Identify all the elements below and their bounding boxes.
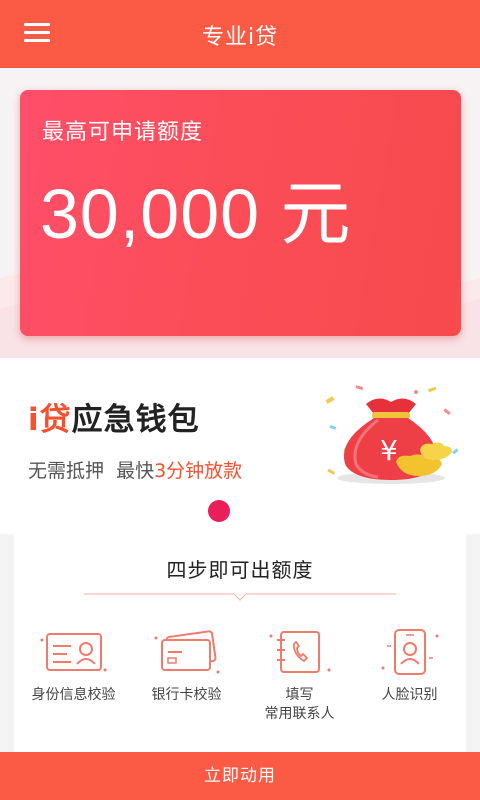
id-card-icon: [40, 633, 106, 672]
step-id-verification[interactable]: 身份信息校验: [17, 628, 130, 705]
page-title: 专业i贷: [201, 25, 279, 50]
money-bag-icon: ¥: [325, 385, 459, 484]
step-label: 填写 常用联系人: [264, 687, 335, 722]
credit-limit-card[interactable]: 最高可申请额度 30,000 元: [20, 90, 461, 336]
promo-subtitle: 无需抵押 最快3分钟放款: [28, 456, 242, 483]
step-face-recognition[interactable]: 人脸识别: [353, 628, 466, 705]
step-label: 银行卡校验: [151, 687, 222, 703]
step-contacts[interactable]: 填写 常用联系人: [243, 628, 356, 724]
steps-title: 四步即可出额度: [166, 558, 314, 582]
steps-section: 四步即可出额度 身份信息校验 银行卡校验 填写 常用联系人 人脸识别: [14, 532, 466, 752]
carousel-indicator[interactable]: [208, 500, 230, 522]
face-recognition-icon: [381, 629, 438, 675]
promo-sub-accent: 3分钟放款: [154, 460, 243, 482]
step-bank-card[interactable]: 银行卡校验: [130, 628, 243, 705]
app-header: 专业i贷: [0, 0, 480, 68]
steps-divider: [84, 593, 396, 601]
promo-title: i贷应急钱包: [28, 394, 200, 439]
promo-title-accent: i贷: [28, 402, 72, 438]
limit-amount: 30,000 元: [40, 175, 352, 253]
contacts-book-icon: [269, 631, 330, 673]
svg-text:¥: ¥: [380, 434, 398, 467]
promo-sub-prefix: 无需抵押 最快: [28, 460, 155, 482]
bank-card-icon: [154, 630, 219, 674]
step-label: 人脸识别: [381, 687, 438, 703]
limit-label: 最高可申请额度: [42, 120, 204, 145]
promo-title-rest: 应急钱包: [71, 402, 200, 438]
step-label: 身份信息校验: [31, 687, 116, 703]
use-now-button[interactable]: 立即动用: [0, 752, 480, 800]
